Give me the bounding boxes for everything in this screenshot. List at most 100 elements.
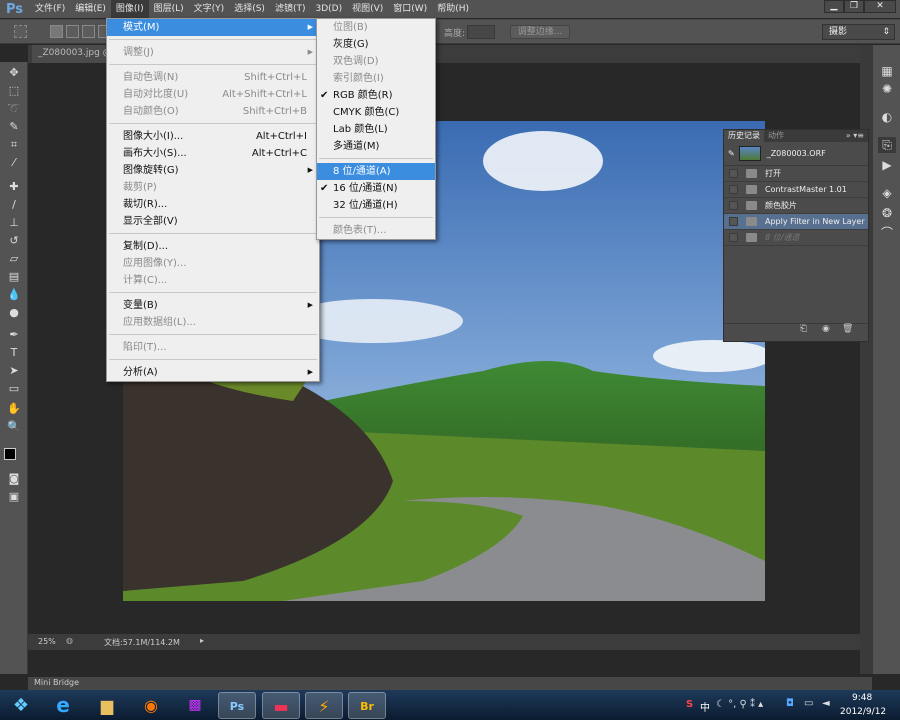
paths-icon[interactable]: ⌒ bbox=[878, 225, 896, 241]
menu-item[interactable]: 裁切(R)... bbox=[107, 196, 319, 213]
menu-item[interactable]: 画布大小(S)... Alt+Ctrl+C bbox=[107, 145, 319, 162]
menu-4[interactable]: 文字(Y) bbox=[189, 0, 230, 18]
volume-icon[interactable]: ◄ bbox=[822, 698, 830, 709]
menu-item[interactable]: 多通道(M) bbox=[317, 138, 435, 155]
zoom-tool-icon[interactable]: 🔍 bbox=[6, 420, 22, 434]
ie-icon[interactable]: e bbox=[44, 692, 82, 719]
eraser-tool-icon[interactable]: ▱ bbox=[6, 252, 22, 266]
new-selection-icon[interactable] bbox=[50, 25, 63, 38]
clock-date[interactable]: 2012/9/12 bbox=[840, 707, 886, 717]
menu-1[interactable]: 编辑(E) bbox=[70, 0, 111, 18]
security-icon[interactable]: ◘ bbox=[786, 698, 794, 709]
start-button-icon[interactable]: ❖ bbox=[2, 692, 40, 719]
taskbar-app-red[interactable]: ▬ bbox=[262, 692, 300, 719]
add-selection-icon[interactable] bbox=[66, 25, 79, 38]
history-brush-source-checkbox[interactable] bbox=[729, 201, 738, 210]
layers-icon[interactable]: ◈ bbox=[878, 185, 896, 201]
mini-bridge-tab[interactable]: Mini Bridge bbox=[34, 678, 79, 687]
menu-item[interactable]: 变量(B) ▶ bbox=[107, 297, 319, 314]
actions-icon[interactable]: ▶ bbox=[878, 157, 896, 173]
delete-icon[interactable]: 🗑 bbox=[842, 324, 853, 334]
menu-2[interactable]: 图像(I) bbox=[110, 0, 149, 18]
refine-edge-button[interactable]: 调整边缘... bbox=[510, 25, 570, 39]
share-icon[interactable]: ◍ bbox=[66, 636, 73, 645]
stamp-tool-icon[interactable]: ⊥ bbox=[6, 216, 22, 230]
taskbar-app-flash[interactable]: ⚡ bbox=[305, 692, 343, 719]
history-item[interactable]: 打开 bbox=[724, 166, 868, 182]
taskbar-bridge[interactable]: Br bbox=[348, 692, 386, 719]
new-snapshot-icon[interactable]: ◉ bbox=[822, 324, 830, 334]
pen-tool-icon[interactable]: ✒ bbox=[6, 328, 22, 342]
navigator-icon[interactable]: ✺ bbox=[878, 81, 896, 97]
clock-time[interactable]: 9:48 bbox=[852, 693, 872, 703]
path-select-icon[interactable]: ➤ bbox=[6, 364, 22, 378]
minimize-button[interactable]: ▁ bbox=[824, 0, 844, 13]
tray-icons[interactable]: ☾ °, ⚲ ⁑ ▴ bbox=[716, 699, 763, 710]
menu-item[interactable]: 8 位/通道(A) bbox=[317, 163, 435, 180]
taskbar-photoshop[interactable]: Ps bbox=[218, 692, 256, 719]
close-button[interactable]: ✕ bbox=[864, 0, 896, 13]
menu-item[interactable]: 复制(D)... bbox=[107, 238, 319, 255]
menu-item[interactable]: ✔ 16 位/通道(N) bbox=[317, 180, 435, 197]
brush-tool-icon[interactable]: / bbox=[6, 198, 22, 212]
height-input[interactable] bbox=[467, 25, 495, 39]
quick-mask-icon[interactable]: ◙ bbox=[6, 472, 22, 486]
menu-item[interactable]: 模式(M) ▶ bbox=[107, 19, 319, 36]
history-brush-source-checkbox[interactable] bbox=[729, 233, 738, 242]
menu-9[interactable]: 窗口(W) bbox=[388, 0, 432, 18]
viewer-app-icon[interactable]: ▩ bbox=[176, 692, 214, 719]
menu-item[interactable]: Lab 颜色(L) bbox=[317, 121, 435, 138]
histogram-icon[interactable]: ▦ bbox=[878, 63, 896, 79]
menu-item[interactable]: 分析(A) ▶ bbox=[107, 364, 319, 381]
blur-tool-icon[interactable]: 💧 bbox=[6, 288, 22, 302]
history-brush-source-icon[interactable]: ✎ bbox=[728, 149, 735, 158]
document-tab[interactable]: _Z080003.jpg @ 25% bbox=[32, 45, 112, 63]
channels-icon[interactable]: ❂ bbox=[878, 205, 896, 221]
quick-select-tool-icon[interactable]: ✎ bbox=[6, 120, 22, 134]
workspace-select[interactable]: 摄影 ⇕ bbox=[822, 24, 895, 40]
menu-10[interactable]: 帮助(H) bbox=[432, 0, 474, 18]
marquee-preset-icon[interactable] bbox=[14, 25, 27, 38]
menu-0[interactable]: 文件(F) bbox=[30, 0, 70, 18]
menu-7[interactable]: 3D(D) bbox=[310, 0, 347, 18]
history-icon[interactable]: ⎘ bbox=[878, 137, 896, 153]
firefox-icon[interactable]: ◉ bbox=[132, 692, 170, 719]
history-item[interactable]: ContrastMaster 1.01 bbox=[724, 182, 868, 198]
crop-tool-icon[interactable]: ⌗ bbox=[6, 138, 22, 152]
move-tool-icon[interactable]: ✥ bbox=[6, 66, 22, 80]
gradient-tool-icon[interactable]: ▤ bbox=[6, 270, 22, 284]
hand-tool-icon[interactable]: ✋ bbox=[6, 402, 22, 416]
restore-button[interactable]: ❐ bbox=[844, 0, 864, 13]
status-menu-arrow-icon[interactable]: ▸ bbox=[200, 636, 204, 645]
type-tool-icon[interactable]: T bbox=[6, 346, 22, 360]
history-item[interactable]: Apply Filter in New Layer bbox=[724, 214, 868, 230]
sogou-ime-icon[interactable]: S bbox=[686, 699, 693, 710]
dodge-tool-icon[interactable]: ● bbox=[6, 306, 22, 320]
menu-item[interactable]: 灰度(G) bbox=[317, 36, 435, 53]
ime-mode[interactable]: 中 bbox=[700, 699, 710, 714]
marquee-tool-icon[interactable]: ⬚ bbox=[6, 84, 22, 98]
history-item[interactable]: 颜色胶片 bbox=[724, 198, 868, 214]
history-brush-icon[interactable]: ↺ bbox=[6, 234, 22, 248]
foreground-color-swatch[interactable] bbox=[4, 448, 16, 460]
lasso-tool-icon[interactable]: ➰ bbox=[6, 102, 22, 116]
subtract-selection-icon[interactable] bbox=[82, 25, 95, 38]
explorer-icon[interactable]: ▆ bbox=[88, 692, 126, 719]
shape-tool-icon[interactable]: ▭ bbox=[6, 382, 22, 396]
zoom-level[interactable]: 25% bbox=[38, 637, 56, 646]
menu-item[interactable]: CMYK 颜色(C) bbox=[317, 104, 435, 121]
adjustments-icon[interactable]: ◐ bbox=[878, 109, 896, 125]
new-document-from-state-icon[interactable]: ⎗ bbox=[800, 324, 807, 334]
menu-6[interactable]: 滤镜(T) bbox=[270, 0, 311, 18]
menu-8[interactable]: 视图(V) bbox=[347, 0, 388, 18]
history-brush-source-checkbox[interactable] bbox=[729, 217, 738, 226]
panel-menu-icon[interactable]: » ▾≡ bbox=[842, 130, 868, 142]
eyedropper-tool-icon[interactable]: ⁄ bbox=[6, 156, 22, 170]
network-icon[interactable]: ▭ bbox=[804, 698, 813, 709]
history-item[interactable]: 8 位/通道 bbox=[724, 230, 868, 246]
menu-item[interactable]: 显示全部(V) bbox=[107, 213, 319, 230]
screen-mode-icon[interactable]: ▣ bbox=[6, 490, 22, 504]
history-brush-source-checkbox[interactable] bbox=[729, 185, 738, 194]
history-snapshot[interactable]: ✎ _Z080003.ORF bbox=[724, 142, 868, 166]
menu-item[interactable]: 32 位/通道(H) bbox=[317, 197, 435, 214]
